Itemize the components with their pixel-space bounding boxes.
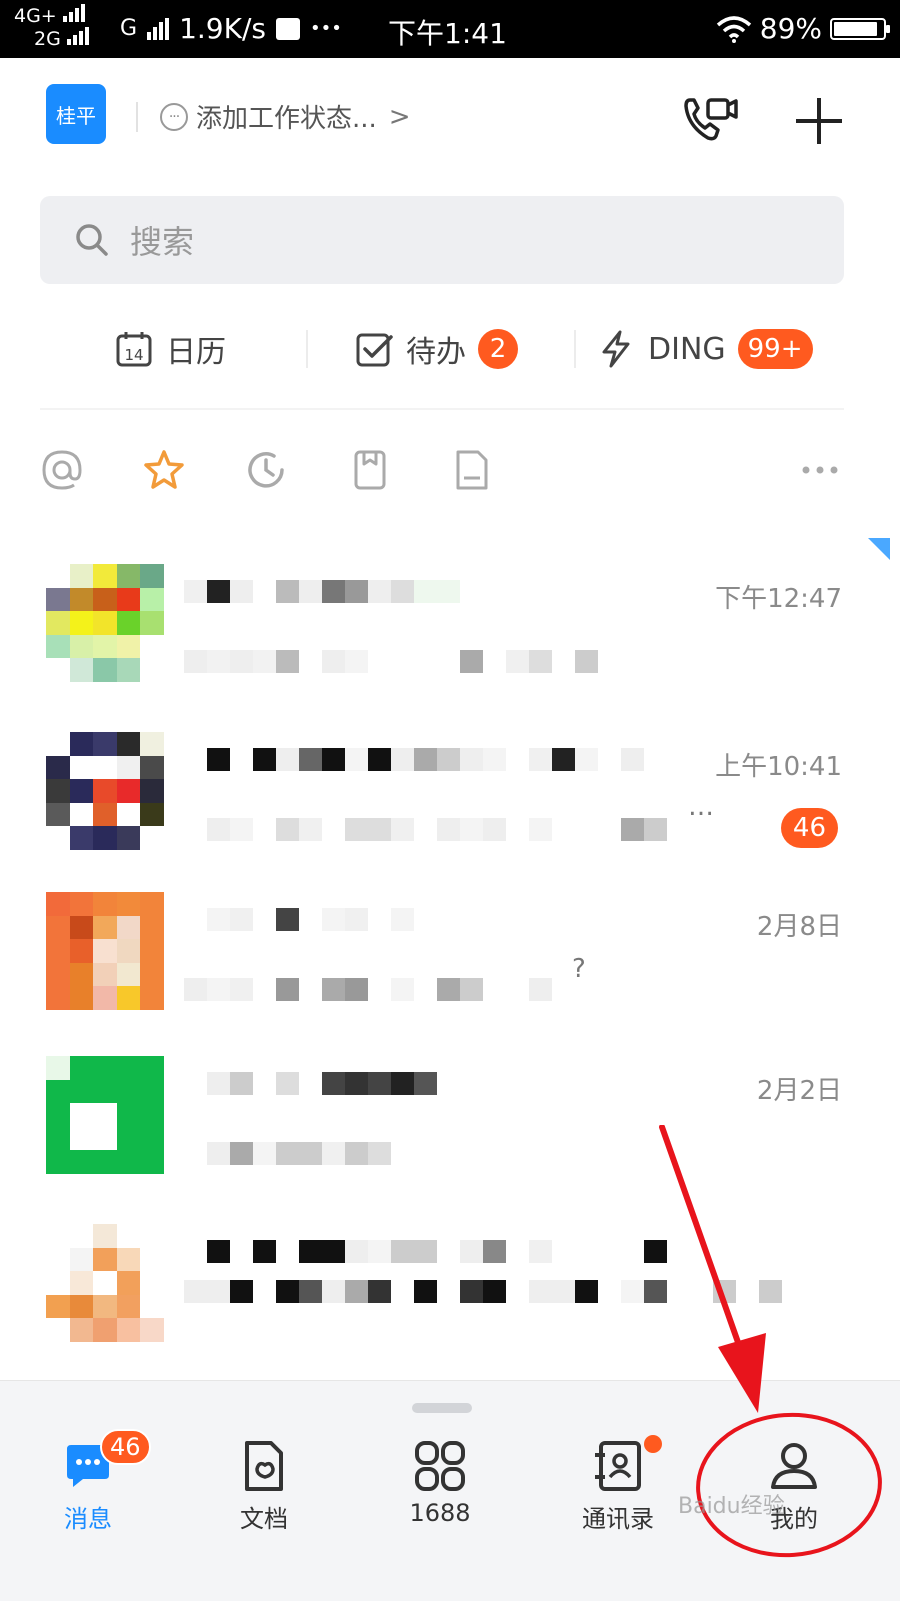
status-bar: 4G+ 2G G 1.9K/s ••• 下午1:41 89% (0, 0, 900, 58)
at-icon[interactable] (40, 448, 84, 492)
watermark: Baidu经验 (678, 1494, 785, 1519)
conversation-item[interactable]: 下午12:47 (0, 550, 900, 710)
conversation-preview-redacted (184, 978, 552, 1001)
tab-contacts[interactable]: 通讯录 (548, 1435, 688, 1534)
divider (574, 330, 576, 368)
conversation-time: 上午10:41 (715, 752, 842, 782)
annotation-arrow-icon (659, 1125, 766, 1413)
notification-dot (644, 1435, 662, 1453)
conversation-item[interactable]: … 上午10:41 46 (0, 718, 900, 878)
notification-bag-icon (275, 17, 300, 40)
conversation-time: 下午12:47 (715, 584, 842, 614)
network-type-primary: 4G+ (14, 5, 57, 27)
todo-shortcut[interactable]: 待办 2 (354, 318, 518, 380)
tab-label: 文档 (240, 1505, 288, 1533)
recent-icon[interactable] (244, 448, 288, 492)
conversation-avatar (46, 1056, 164, 1174)
conversation-time: 2月8日 (756, 912, 842, 942)
more-notifications: ••• (309, 18, 342, 39)
preview-question-mark: ? (572, 954, 586, 984)
star-icon[interactable] (142, 448, 186, 492)
unread-badge: 46 (780, 808, 838, 848)
ding-label: DING (648, 331, 726, 367)
tab-label: 通讯录 (582, 1505, 654, 1533)
work-status-button[interactable]: ··· 添加工作状态... > (160, 98, 411, 135)
conversation-avatar (46, 732, 164, 850)
conversation-name-redacted (184, 908, 414, 931)
work-status-label: 添加工作状态... (196, 104, 377, 134)
conversation-name-redacted (184, 580, 460, 603)
conversation-avatar (46, 892, 164, 1010)
conversation-avatar (46, 564, 164, 682)
tab-messages[interactable]: 消息 46 (18, 1429, 158, 1534)
signal-icon (62, 4, 85, 22)
tab-documents[interactable]: 文档 (194, 1439, 334, 1534)
network-speed: 1.9K/s (179, 12, 266, 45)
battery-icon (830, 17, 890, 40)
todo-label: 待办 (406, 335, 466, 370)
divider (306, 330, 308, 368)
checkbox-icon (356, 333, 393, 367)
search-placeholder: 搜索 (130, 223, 195, 261)
battery-percent: 89% (759, 12, 822, 45)
tab-1688[interactable]: 1688 (370, 1439, 510, 1527)
tab-label: 消息 (64, 1505, 112, 1533)
conversation-avatar (46, 1224, 164, 1342)
calendar-label: 日历 (166, 335, 226, 370)
contacts-icon (595, 1441, 641, 1491)
conversation-name-redacted (184, 748, 644, 771)
conversation-time: 2月2日 (756, 1076, 842, 1106)
apps-icon (415, 1441, 465, 1491)
chat-bubble-icon: ··· (160, 102, 188, 131)
avatar-text: 桂平 (56, 103, 96, 128)
annotation-circle-icon (696, 1412, 882, 1558)
divider (136, 102, 138, 132)
clock: 下午1:41 (388, 17, 507, 50)
more-icon[interactable] (798, 448, 842, 492)
search-icon (76, 224, 108, 256)
document-icon[interactable] (450, 448, 494, 492)
tab-label: 1688 (409, 1499, 471, 1527)
filter-row (0, 440, 900, 500)
video-call-icon[interactable] (682, 94, 740, 144)
calendar-day: 14 (124, 346, 143, 364)
lightning-icon (602, 330, 630, 368)
chevron-right-icon: > (388, 101, 411, 132)
unread-badge: 46 (100, 1429, 151, 1465)
wifi-icon (716, 15, 751, 43)
signal-icon (147, 17, 170, 40)
network-g-label: G (120, 16, 138, 41)
calendar-icon: 14 (116, 332, 152, 367)
ding-badge: 99+ (737, 329, 813, 369)
todo-badge: 2 (478, 329, 518, 369)
calendar-shortcut[interactable]: 14 日历 (114, 318, 226, 380)
network-indicator: 4G+ 2G (14, 4, 89, 50)
signal-icon (66, 27, 89, 45)
divider (40, 408, 844, 410)
conversation-name-redacted (184, 1240, 667, 1263)
search-bar[interactable]: 搜索 (40, 196, 844, 284)
conversation-preview-redacted (184, 1142, 391, 1165)
network-type-secondary: 2G (34, 28, 61, 50)
add-icon[interactable] (792, 94, 846, 148)
bookmark-icon[interactable] (348, 448, 392, 492)
document-icon (245, 1441, 283, 1491)
preview-ellipsis: … (688, 792, 714, 822)
conversation-preview-redacted (184, 818, 667, 841)
conversation-name-redacted (184, 1072, 437, 1095)
ding-shortcut[interactable]: DING 99+ (596, 318, 813, 380)
conversation-item[interactable]: ? 2月8日 (0, 878, 900, 1038)
header: 桂平 ··· 添加工作状态... > (0, 58, 900, 178)
user-avatar[interactable]: 桂平 (46, 84, 106, 144)
conversation-preview-redacted (184, 650, 598, 673)
drag-handle[interactable] (412, 1403, 472, 1413)
